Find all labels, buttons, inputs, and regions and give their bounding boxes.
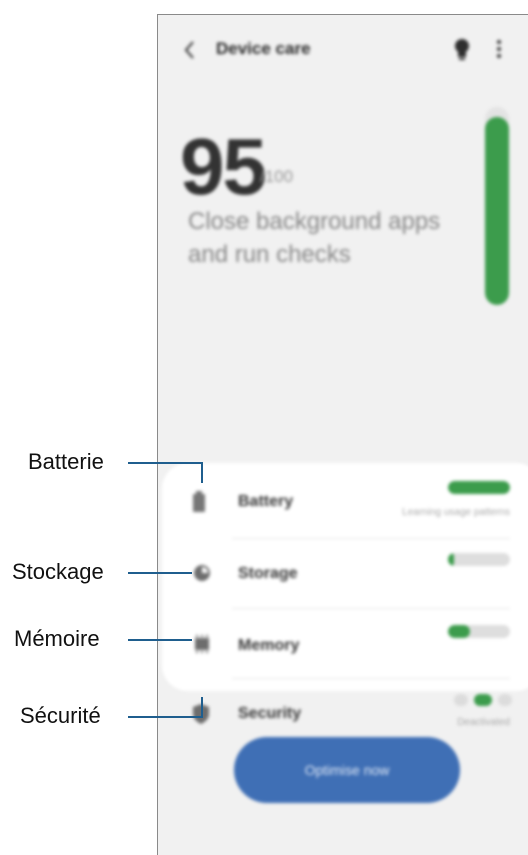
callout-storage: Stockage bbox=[12, 559, 104, 584]
callout-security: Sécurité bbox=[20, 703, 101, 728]
callout-memory: Mémoire bbox=[14, 626, 100, 651]
security-callout-line bbox=[128, 697, 203, 718]
battery-callout-line bbox=[128, 462, 203, 483]
callout-battery: Batterie bbox=[28, 449, 104, 474]
